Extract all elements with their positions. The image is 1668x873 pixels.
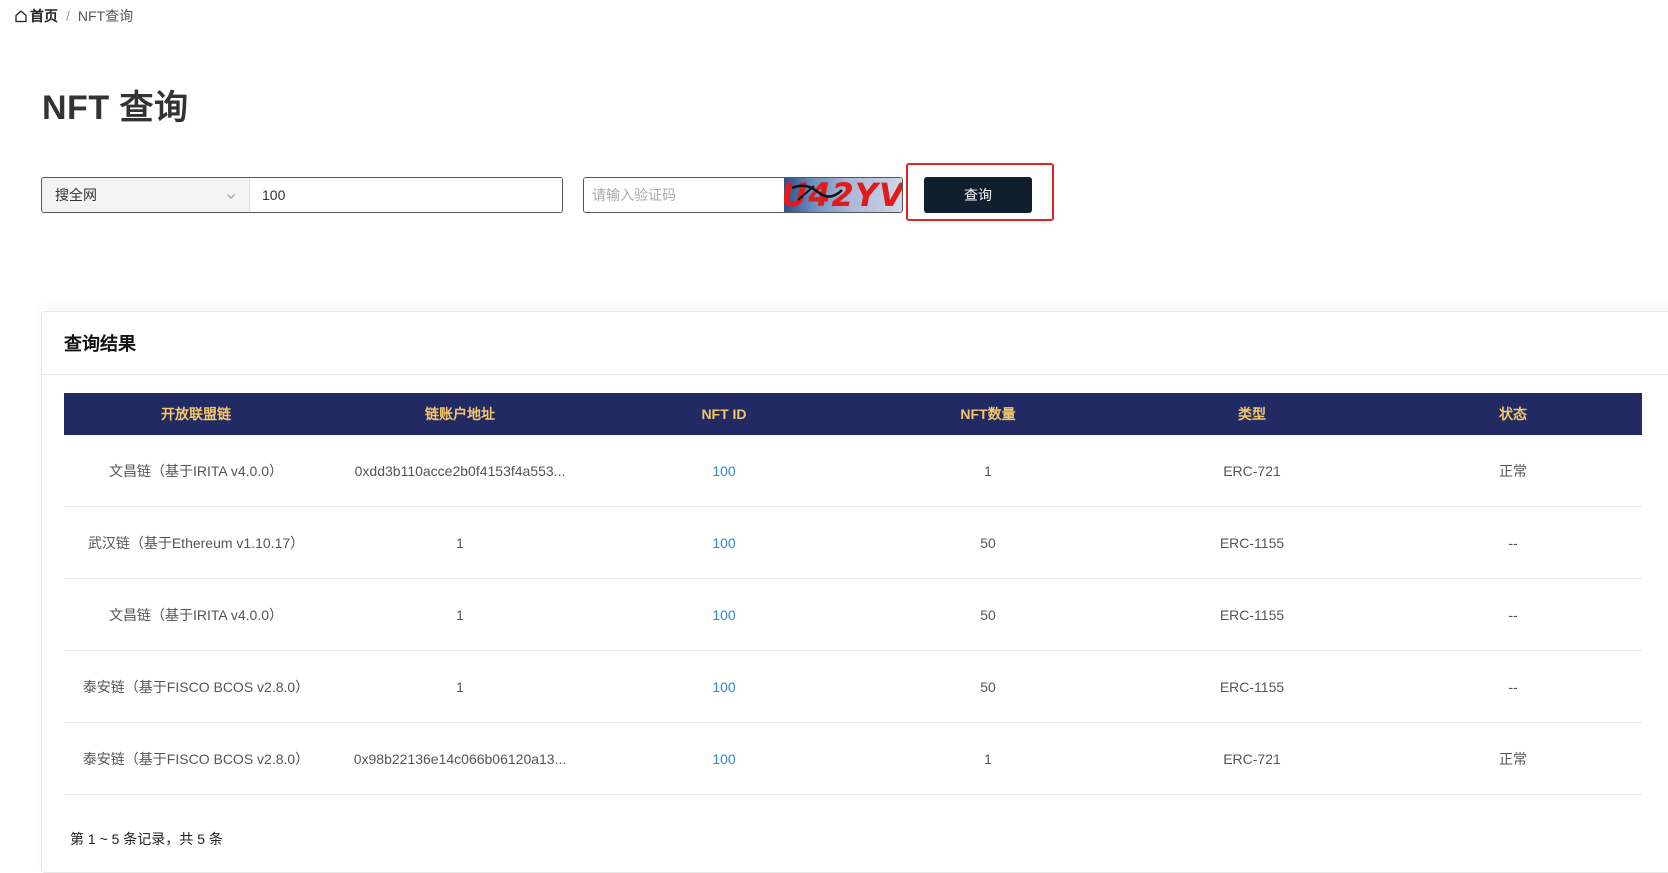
cell-nft-id-link[interactable]: 100 bbox=[592, 578, 856, 651]
cell-status: -- bbox=[1384, 578, 1642, 651]
results-table: 开放联盟链 链账户地址 NFT ID NFT数量 类型 状态 文昌链（基于IRI… bbox=[64, 393, 1642, 795]
cell-type: ERC-721 bbox=[1120, 435, 1384, 507]
search-group: 搜全网 bbox=[41, 177, 563, 213]
column-header-chain: 开放联盟链 bbox=[161, 406, 231, 422]
search-input[interactable] bbox=[250, 178, 562, 212]
column-header-nft-id: NFT ID bbox=[701, 406, 747, 422]
table-header-row: 开放联盟链 链账户地址 NFT ID NFT数量 类型 状态 bbox=[64, 393, 1642, 435]
cell-chain: 泰安链（基于FISCO BCOS v2.8.0） bbox=[64, 722, 328, 795]
cell-type: ERC-721 bbox=[1120, 722, 1384, 795]
cell-address: 1 bbox=[328, 650, 592, 723]
captcha-input[interactable] bbox=[584, 178, 784, 212]
cell-nft-id-link[interactable]: 100 bbox=[592, 722, 856, 795]
table-row: 泰安链（基于FISCO BCOS v2.8.0） 0x98b22136e14c0… bbox=[64, 722, 1642, 795]
cell-chain: 文昌链（基于IRITA v4.0.0） bbox=[64, 578, 328, 651]
table-row: 文昌链（基于IRITA v4.0.0） 1 100 50 ERC-1155 -- bbox=[64, 578, 1642, 651]
column-header-status: 状态 bbox=[1499, 406, 1527, 422]
cell-address: 1 bbox=[328, 578, 592, 651]
cell-nft-count: 50 bbox=[856, 650, 1120, 723]
scope-select-value: 搜全网 bbox=[55, 187, 97, 203]
cell-status: -- bbox=[1384, 506, 1642, 579]
cell-address: 0x98b22136e14c066b06120a13... bbox=[328, 722, 592, 795]
cell-chain: 文昌链（基于IRITA v4.0.0） bbox=[64, 435, 328, 507]
cell-nft-count: 1 bbox=[856, 722, 1120, 795]
table-row: 泰安链（基于FISCO BCOS v2.8.0） 1 100 50 ERC-11… bbox=[64, 650, 1642, 723]
cell-nft-count: 1 bbox=[856, 435, 1120, 507]
captcha-noise bbox=[791, 184, 843, 201]
column-header-type: 类型 bbox=[1238, 406, 1266, 422]
column-header-nft-count: NFT数量 bbox=[960, 406, 1016, 422]
cell-nft-id-link[interactable]: 100 bbox=[592, 435, 856, 507]
pagination-summary: 第 1 ~ 5 条记录，共 5 条 bbox=[70, 831, 223, 847]
cell-chain: 泰安链（基于FISCO BCOS v2.8.0） bbox=[64, 650, 328, 723]
breadcrumb-current: NFT查询 bbox=[77, 8, 134, 24]
results-card: 查询结果 开放联盟链 链账户地址 NFT ID NFT数量 类型 状态 文昌链（… bbox=[41, 311, 1668, 873]
cell-type: ERC-1155 bbox=[1120, 650, 1384, 723]
cell-status: 正常 bbox=[1384, 722, 1642, 795]
page-title: NFT 查询 bbox=[42, 89, 189, 127]
breadcrumb: 首页 / NFT查询 bbox=[14, 6, 133, 26]
table-row: 武汉链（基于Ethereum v1.10.17） 1 100 50 ERC-11… bbox=[64, 506, 1642, 579]
cell-address: 0xdd3b110acce2b0f4153f4a553... bbox=[328, 435, 592, 507]
breadcrumb-home-link[interactable]: 首页 bbox=[30, 6, 58, 26]
cell-nft-count: 50 bbox=[856, 506, 1120, 579]
cell-status: -- bbox=[1384, 650, 1642, 723]
cell-nft-id-link[interactable]: 100 bbox=[592, 650, 856, 723]
cell-type: ERC-1155 bbox=[1120, 506, 1384, 579]
cell-address: 1 bbox=[328, 506, 592, 579]
table-row: 文昌链（基于IRITA v4.0.0） 0xdd3b110acce2b0f415… bbox=[64, 435, 1642, 507]
results-title: 查询结果 bbox=[42, 312, 1668, 375]
chevron-down-icon bbox=[225, 189, 237, 201]
breadcrumb-separator: / bbox=[66, 8, 70, 24]
cell-nft-id-link[interactable]: 100 bbox=[592, 506, 856, 579]
cell-status: 正常 bbox=[1384, 435, 1642, 507]
column-header-address: 链账户地址 bbox=[425, 406, 495, 422]
captcha-image[interactable]: U42YV bbox=[784, 178, 902, 212]
scope-select[interactable]: 搜全网 bbox=[42, 178, 250, 212]
home-icon[interactable] bbox=[14, 9, 28, 23]
query-button[interactable]: 查询 bbox=[924, 177, 1032, 213]
cell-nft-count: 50 bbox=[856, 578, 1120, 651]
captcha-group: U42YV bbox=[583, 177, 903, 213]
cell-type: ERC-1155 bbox=[1120, 578, 1384, 651]
cell-chain: 武汉链（基于Ethereum v1.10.17） bbox=[64, 506, 328, 579]
